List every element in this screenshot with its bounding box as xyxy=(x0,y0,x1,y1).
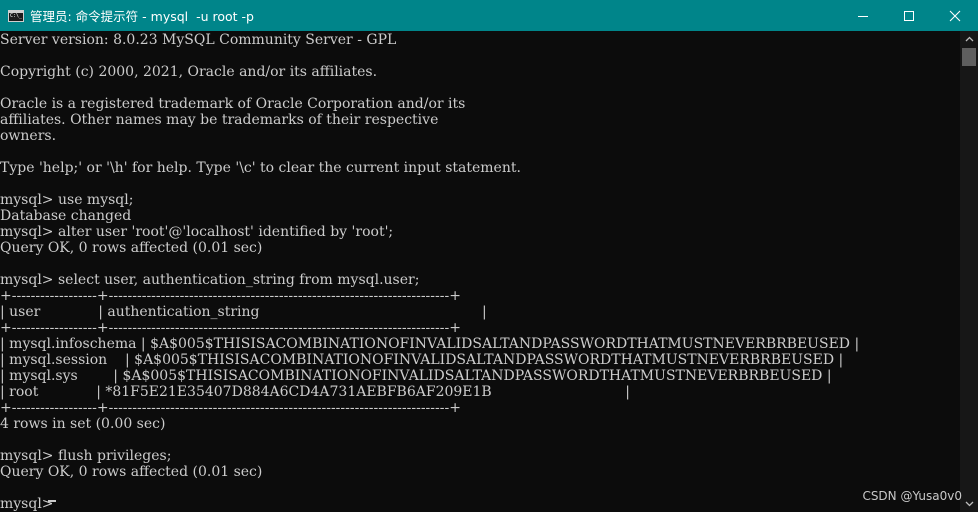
maximize-button[interactable] xyxy=(886,0,932,31)
table-row: | mysql.infoschema | $A$005$THISISACOMBI… xyxy=(0,336,860,352)
close-button[interactable] xyxy=(932,0,978,31)
text-cursor xyxy=(48,500,56,502)
minimize-button[interactable] xyxy=(840,0,886,31)
console-line: mysql> alter user 'root'@'localhost' ide… xyxy=(0,224,394,240)
console-line: Copyright (c) 2000, 2021, Oracle and/or … xyxy=(0,64,378,80)
scrollbar-thumb[interactable] xyxy=(962,48,976,66)
console-line: affiliates. Other names may be trademark… xyxy=(0,112,439,128)
console-line: mysql> use mysql; xyxy=(0,192,134,208)
console-line: Server version: 8.0.23 MySQL Community S… xyxy=(0,32,397,48)
minimize-icon xyxy=(858,15,868,17)
chevron-up-icon xyxy=(965,36,973,42)
scroll-up-button[interactable] xyxy=(960,31,978,47)
table-row: | root | *81F5E21E35407D884A6CD4A731AEBF… xyxy=(0,384,630,400)
console-line: Query OK, 0 rows affected (0.01 sec) xyxy=(0,464,263,480)
console-line: 4 rows in set (0.00 sec) xyxy=(0,416,166,432)
watermark: CSDN @Yusa0v0 xyxy=(862,489,962,503)
table-border: +------------------+--------------------… xyxy=(0,320,461,336)
cmd-window: 管理员: 命令提示符 - mysql -u root -p Server v xyxy=(0,0,978,512)
cmd-icon[interactable] xyxy=(8,9,24,22)
window-title: 管理员: 命令提示符 - mysql -u root -p xyxy=(30,9,254,24)
console-line: Type 'help;' or '\h' for help. Type '\c'… xyxy=(0,160,521,176)
table-header-row: | user | authentication_string | xyxy=(0,304,487,320)
console-line: Database changed xyxy=(0,208,132,224)
command-prompt[interactable]: mysql> xyxy=(0,496,58,512)
title-bar[interactable]: 管理员: 命令提示符 - mysql -u root -p xyxy=(0,0,978,31)
console-line: mysql> flush privileges; xyxy=(0,448,172,464)
table-border: +------------------+--------------------… xyxy=(0,400,461,416)
vertical-scrollbar[interactable] xyxy=(960,31,978,512)
table-row: | mysql.sys | $A$005$THISISACOMBINATIONO… xyxy=(0,368,832,384)
window-controls xyxy=(840,0,978,31)
console-output[interactable]: Server version: 8.0.23 MySQL Community S… xyxy=(0,31,960,512)
table-row: | mysql.session | $A$005$THISISACOMBINAT… xyxy=(0,352,844,368)
maximize-icon xyxy=(904,10,914,21)
console-line: Query OK, 0 rows affected (0.01 sec) xyxy=(0,240,263,256)
table-border: +------------------+--------------------… xyxy=(0,288,461,304)
console-line: Oracle is a registered trademark of Orac… xyxy=(0,96,466,112)
close-icon xyxy=(949,10,961,21)
console-line: owners. xyxy=(0,128,57,144)
console-line: mysql> select user, authentication_strin… xyxy=(0,272,420,288)
chevron-down-icon xyxy=(965,501,973,507)
scroll-down-button[interactable] xyxy=(960,496,978,512)
